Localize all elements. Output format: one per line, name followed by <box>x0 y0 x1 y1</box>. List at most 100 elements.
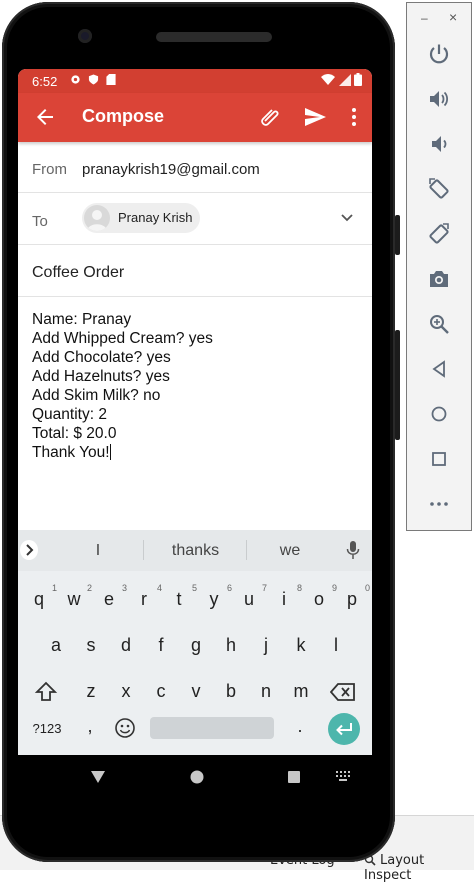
sim-icon <box>106 74 116 85</box>
key-h[interactable]: h <box>217 635 245 656</box>
chevron-down-icon[interactable] <box>340 211 354 225</box>
battery-icon <box>354 73 362 86</box>
gear-icon <box>71 75 80 84</box>
key-e[interactable]: e3 <box>95 583 127 610</box>
body-line: Total: $ 20.0 <box>32 425 117 442</box>
app-bar: Compose <box>18 93 372 142</box>
key-i[interactable]: i8 <box>270 583 302 610</box>
emoji-icon[interactable] <box>114 717 136 739</box>
subject-field[interactable]: Coffee Order <box>18 245 372 297</box>
key-x[interactable]: x <box>112 681 140 702</box>
space-key[interactable] <box>150 717 274 739</box>
overview-icon[interactable] <box>428 448 450 470</box>
power-icon[interactable] <box>428 43 450 65</box>
volume-down-icon[interactable] <box>428 133 450 155</box>
emulator-toolbar: – × <box>406 2 472 531</box>
key-f[interactable]: f <box>147 635 175 656</box>
rotate-right-icon[interactable] <box>428 223 450 245</box>
divider <box>143 540 144 560</box>
signal-icon <box>338 74 351 86</box>
hardware-side-button <box>395 330 400 440</box>
layout-inspector-tab[interactable]: Layout Inspect <box>364 853 474 883</box>
key-b[interactable]: b <box>217 681 245 702</box>
key-u[interactable]: u7 <box>235 583 267 610</box>
person-icon <box>87 210 107 231</box>
key-l[interactable]: l <box>322 635 350 656</box>
key-d[interactable]: d <box>112 635 140 656</box>
body-line: Add Chocolate? yes <box>32 349 171 366</box>
key-v[interactable]: v <box>182 681 210 702</box>
back-arrow-icon[interactable] <box>33 105 57 129</box>
key-g[interactable]: g <box>182 635 210 656</box>
suggestion-2[interactable]: thanks <box>158 542 233 560</box>
key-o[interactable]: o9 <box>305 583 337 610</box>
recipient-chip[interactable]: Pranay Krish <box>82 203 200 233</box>
nav-overview-icon[interactable] <box>286 769 302 785</box>
key-p[interactable]: p0 <box>338 583 370 610</box>
key-z[interactable]: z <box>77 681 105 702</box>
to-label: To <box>32 213 48 230</box>
from-value: pranaykrish19@gmail.com <box>82 161 260 178</box>
key-c[interactable]: c <box>147 681 175 702</box>
body-line: Add Hazelnuts? yes <box>32 368 170 385</box>
attach-icon[interactable] <box>258 105 282 129</box>
nav-home-icon[interactable] <box>189 769 205 785</box>
key-m[interactable]: m <box>287 681 315 702</box>
more-vert-icon[interactable] <box>342 105 366 129</box>
key-j[interactable]: j <box>252 635 280 656</box>
camera-icon[interactable] <box>428 268 450 290</box>
from-label: From <box>32 161 67 178</box>
body-line: Thank You! <box>32 444 110 461</box>
soft-keyboard: I thanks we q1 w2 e3 r4 t5 y6 u7 i8 o9 p… <box>18 530 372 755</box>
home-icon[interactable] <box>428 403 450 425</box>
backspace-icon[interactable] <box>330 680 356 704</box>
email-body-field[interactable]: Name: Pranay Add Whipped Cream? yes Add … <box>32 310 352 462</box>
back-icon[interactable] <box>428 358 450 380</box>
subject-text: Coffee Order <box>32 264 125 281</box>
mic-icon[interactable] <box>346 540 360 560</box>
key-t[interactable]: t5 <box>165 583 197 610</box>
phone-screen: 6:52 Compose From pranaykrish19@gmail.co… <box>18 69 372 755</box>
shield-icon <box>88 74 99 85</box>
symbols-key[interactable]: ?123 <box>30 721 64 736</box>
from-row[interactable]: From pranaykrish19@gmail.com <box>18 142 372 193</box>
status-time: 6:52 <box>32 74 58 89</box>
more-icon[interactable] <box>428 493 450 515</box>
nav-bar <box>18 755 372 801</box>
hardware-volume-button <box>395 215 400 255</box>
expand-toolbar-icon[interactable] <box>20 540 38 560</box>
key-a[interactable]: a <box>42 635 70 656</box>
rotate-left-icon[interactable] <box>428 178 450 200</box>
front-camera <box>78 29 92 43</box>
shift-icon[interactable] <box>34 680 58 704</box>
volume-up-icon[interactable] <box>428 88 450 110</box>
send-icon[interactable] <box>303 105 327 129</box>
body-line: Add Skim Milk? no <box>32 387 161 404</box>
close-button[interactable]: × <box>449 9 457 25</box>
key-s[interactable]: s <box>77 635 105 656</box>
suggestion-strip: I thanks we <box>18 530 372 571</box>
key-y[interactable]: y6 <box>200 583 233 610</box>
key-n[interactable]: n <box>252 681 280 702</box>
key-w[interactable]: w2 <box>60 583 93 610</box>
comma-key[interactable]: , <box>76 716 104 737</box>
keyboard-switch-icon[interactable] <box>336 771 350 781</box>
nav-back-icon[interactable] <box>90 769 106 785</box>
page-title: Compose <box>82 106 165 126</box>
key-k[interactable]: k <box>287 635 315 656</box>
status-bar: 6:52 <box>18 69 372 93</box>
minimize-button[interactable]: – <box>421 11 428 25</box>
zoom-icon[interactable] <box>428 313 450 335</box>
body-line: Quantity: 2 <box>32 406 107 423</box>
key-r[interactable]: r4 <box>130 583 162 610</box>
period-key[interactable]: . <box>286 716 314 737</box>
wifi-icon <box>321 74 336 85</box>
text-cursor <box>109 444 111 460</box>
to-row[interactable]: To Pranay Krish <box>18 193 372 245</box>
suggestion-3[interactable]: we <box>270 542 310 560</box>
avatar <box>84 205 110 231</box>
enter-key[interactable] <box>328 713 360 745</box>
divider <box>246 540 247 560</box>
suggestion-1[interactable]: I <box>78 542 118 560</box>
key-q[interactable]: q1 <box>25 583 57 610</box>
